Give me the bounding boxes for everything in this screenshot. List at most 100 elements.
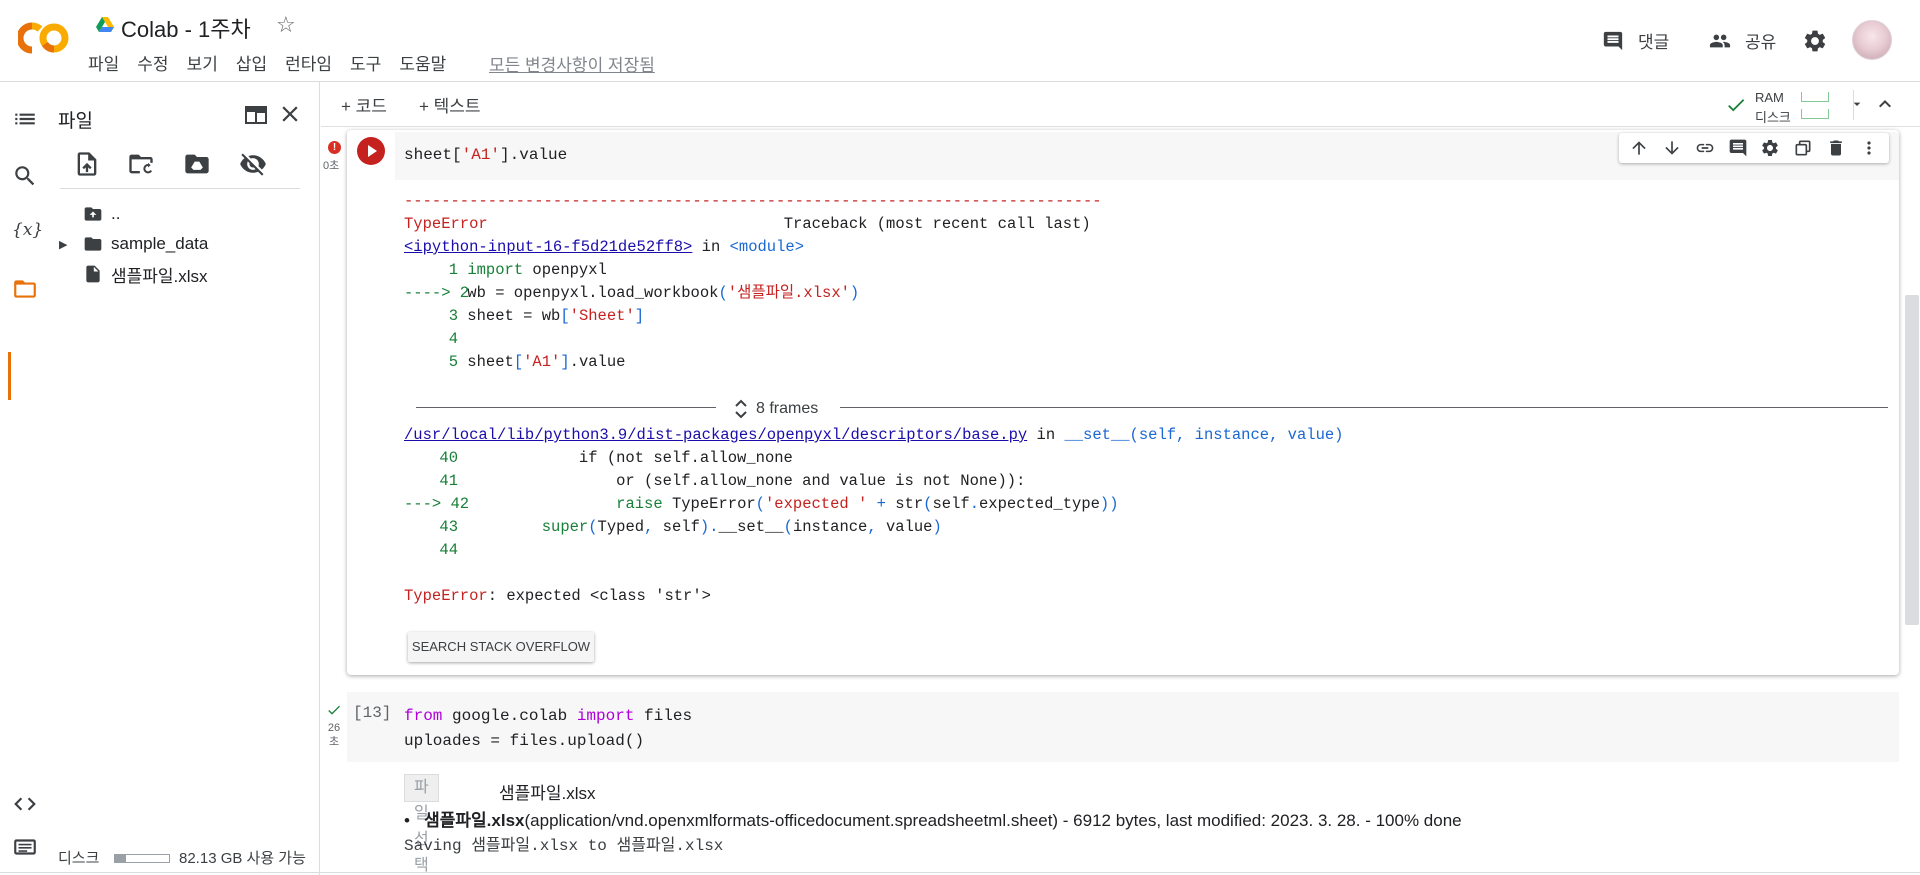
menu-tools[interactable]: 도구 [350, 50, 381, 75]
frames-toggle[interactable]: 8 frames [734, 398, 818, 420]
exec-time-value: 26 [327, 722, 341, 734]
avatar[interactable] [1852, 20, 1892, 60]
folder-icon[interactable] [12, 276, 38, 302]
kw-import: import [576, 707, 635, 725]
menu-help[interactable]: 도움말 [399, 50, 446, 75]
line-code: super(Typed, self).__set__(instance, val… [541, 518, 942, 536]
app-header: Colab - 1주차 ☆ 파일 수정 보기 삽입 런타임 도구 도움말 모든 … [0, 0, 1920, 82]
share-label: 공유 [1745, 33, 1777, 52]
comment-label: 댓글 [1638, 33, 1670, 52]
ram-bar [1801, 92, 1829, 102]
file-link[interactable]: /usr/local/lib/python3.9/dist-packages/o… [404, 426, 1027, 444]
tree-item-xlsx[interactable]: 샘플파일.xlsx [57, 262, 208, 286]
search-icon[interactable] [12, 163, 38, 189]
chevron-up-icon[interactable] [1873, 92, 1897, 116]
traceback-code-line: 1 import openpyxl [404, 259, 1102, 282]
choose-file-button[interactable]: 파일 선택 [404, 774, 439, 874]
tree-item-sample-data[interactable]: ▶ sample_data [57, 232, 208, 256]
tree-item-parent[interactable]: .. [57, 202, 120, 226]
line-number: 1 [448, 261, 458, 279]
mount-drive-icon[interactable] [183, 150, 211, 178]
arrow-down-icon[interactable] [1662, 138, 1682, 158]
cell-exec-time: 0초 [323, 160, 340, 172]
cell-source[interactable]: from google.colab import files uploades … [404, 704, 692, 754]
code-snippets-icon[interactable] [12, 791, 38, 817]
mirror-cell-icon[interactable] [1793, 138, 1813, 158]
folder-icon [84, 237, 102, 251]
comment-button[interactable]: 댓글 [1602, 28, 1669, 53]
open-in-tab-icon[interactable] [244, 104, 268, 126]
menu-file[interactable]: 파일 [88, 50, 119, 75]
upload-result: • 샘플파일.xlsx(application/vnd.openxmlforma… [404, 811, 1462, 830]
menu-edit[interactable]: 수정 [137, 50, 168, 75]
line-number: 43 [439, 518, 458, 536]
traceback-header: TypeError Traceback (most recent call las… [404, 213, 1102, 236]
chevron-right-icon[interactable]: ▶ [59, 238, 75, 251]
line-code: import openpyxl [467, 261, 607, 279]
line-code: raise TypeError('expected ' + str(self.e… [616, 495, 1119, 513]
traceback-code-line: 43 super(Typed, self).__set__(instance, … [404, 516, 1343, 539]
traceback-location: <ipython-input-16-f5d21de52ff8> in <modu… [404, 236, 1102, 259]
refresh-folder-icon[interactable] [127, 150, 155, 178]
delete-icon[interactable] [1826, 138, 1846, 158]
people-icon [1709, 34, 1731, 47]
gear-icon[interactable] [1802, 28, 1828, 54]
frames-collapser[interactable]: 8 frames [416, 398, 1888, 422]
drive-icon[interactable] [96, 17, 114, 33]
cell-source[interactable]: sheet['A1'].value [404, 146, 567, 164]
run-cell-button[interactable] [357, 137, 385, 165]
link-icon[interactable] [1695, 138, 1715, 158]
star-icon[interactable]: ☆ [276, 12, 296, 38]
traceback-file-location: /usr/local/lib/python3.9/dist-packages/o… [404, 424, 1343, 447]
hide-files-icon[interactable] [239, 150, 267, 178]
add-text-button[interactable]: + 텍스트 [419, 92, 481, 117]
line-code: if (not self.allow_none [458, 449, 793, 467]
frame1-lines: 1 import openpyxl ----> 2 wb = openpyxl.l… [404, 259, 1102, 374]
menu-view[interactable]: 보기 [187, 50, 218, 75]
traceback-code-line: 5 sheet['A1'].value [404, 351, 1102, 374]
traceback-output: ----------------------------------------… [404, 190, 1102, 374]
scrollbar-thumb[interactable] [1905, 295, 1919, 625]
arrow-up-icon[interactable] [1629, 138, 1649, 158]
runtime-status[interactable]: RAM 디스크 [1701, 86, 1901, 125]
exec-time-unit: 초 [328, 736, 340, 748]
error-icon: ! [328, 141, 341, 154]
add-code-button[interactable]: + 코드 [341, 92, 387, 117]
search-stack-overflow-button[interactable]: SEARCH STACK OVERFLOW [408, 632, 594, 662]
save-status[interactable]: 모든 변경사항이 저장됨 [489, 51, 655, 76]
menu-insert[interactable]: 삽입 [236, 50, 267, 75]
frames-divider-right [840, 407, 1888, 408]
disk-usage-fill [115, 855, 126, 862]
traceback-code-line: 44 [404, 539, 1343, 562]
traceback-dashes: ----------------------------------------… [404, 192, 1102, 210]
variables-icon[interactable]: {x} [12, 220, 43, 246]
close-icon[interactable] [277, 101, 303, 127]
line-number: 3 [448, 307, 458, 325]
line-code: sheet = wb['Sheet'] [458, 307, 645, 325]
traceback-output-2: /usr/local/lib/python3.9/dist-packages/o… [404, 424, 1343, 608]
chosen-file-name: 샘플파일.xlsx [499, 784, 596, 803]
tree-item-label: sample_data [111, 234, 209, 253]
left-rail: {x} [0, 82, 57, 875]
rail-active-indicator [8, 352, 11, 400]
notebook-title[interactable]: Colab - 1주차 [121, 12, 251, 44]
in-word: in [1036, 426, 1056, 444]
chevron-down-icon[interactable] [1849, 96, 1865, 112]
uploaded-file-name: 샘플파일.xlsx [424, 811, 525, 830]
files-panel: 파일 .. ▶ sample_data 샘플파일.xlsx 디스크 82.13 … [57, 82, 320, 875]
ram-label: RAM [1755, 90, 1784, 105]
terminal-icon[interactable] [12, 834, 38, 860]
upload-file-icon[interactable] [73, 150, 101, 178]
colab-logo[interactable] [18, 18, 70, 58]
toc-icon[interactable] [12, 106, 38, 132]
line-code: wb = openpyxl.load_workbook('샘플파일.xlsx') [458, 284, 860, 302]
frames-label: 8 frames [756, 400, 819, 417]
menu-runtime[interactable]: 런타임 [285, 50, 332, 75]
share-button[interactable]: 공유 [1707, 28, 1776, 53]
check-icon [1728, 99, 1745, 112]
comment-icon[interactable] [1728, 138, 1748, 158]
cell-settings-icon[interactable] [1760, 138, 1780, 158]
cell-source-text: sheet['A1'].value [404, 146, 568, 164]
ipython-input-link[interactable]: <ipython-input-16-f5d21de52ff8> [404, 238, 692, 256]
more-vert-icon[interactable] [1859, 138, 1879, 158]
